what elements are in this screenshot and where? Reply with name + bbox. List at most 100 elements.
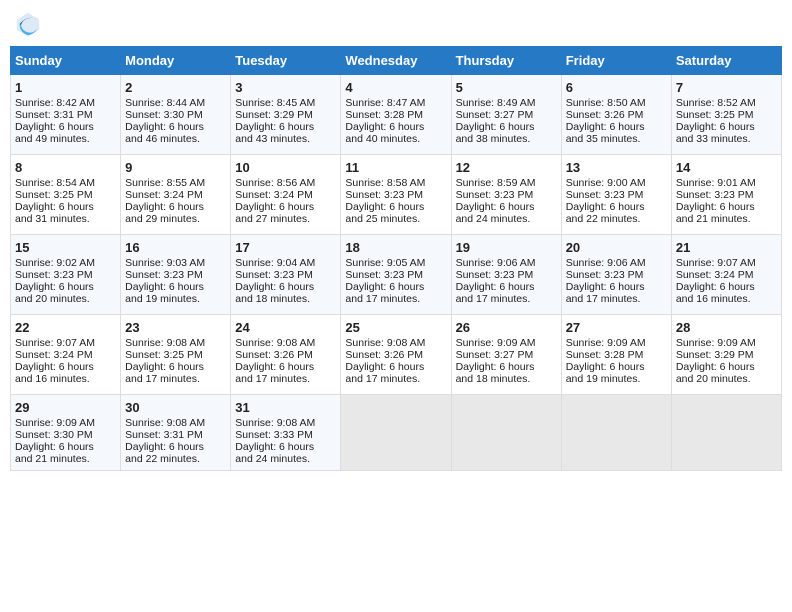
day-info-line: Sunset: 3:26 PM	[235, 349, 336, 361]
calendar-cell	[671, 395, 781, 471]
calendar-cell: 8Sunrise: 8:54 AMSunset: 3:25 PMDaylight…	[11, 155, 121, 235]
calendar-cell: 2Sunrise: 8:44 AMSunset: 3:30 PMDaylight…	[121, 75, 231, 155]
day-info-line: Sunrise: 9:08 AM	[125, 417, 226, 429]
day-info-line: Daylight: 6 hours	[125, 201, 226, 213]
day-info-line: Sunset: 3:24 PM	[125, 189, 226, 201]
day-info-line: Sunrise: 9:04 AM	[235, 257, 336, 269]
day-info-line: Sunrise: 9:09 AM	[456, 337, 557, 349]
day-info-line: Sunrise: 8:44 AM	[125, 97, 226, 109]
day-info-line: Sunset: 3:24 PM	[15, 349, 116, 361]
day-number: 26	[456, 320, 557, 335]
day-number: 18	[345, 240, 446, 255]
day-info-line: and 29 minutes.	[125, 213, 226, 225]
day-info-line: and 17 minutes.	[566, 293, 667, 305]
day-info-line: Sunrise: 9:01 AM	[676, 177, 777, 189]
day-info-line: and 38 minutes.	[456, 133, 557, 145]
day-number: 11	[345, 160, 446, 175]
calendar-cell: 23Sunrise: 9:08 AMSunset: 3:25 PMDayligh…	[121, 315, 231, 395]
weekday-header-friday: Friday	[561, 47, 671, 75]
day-info-line: Daylight: 6 hours	[125, 281, 226, 293]
calendar-cell: 18Sunrise: 9:05 AMSunset: 3:23 PMDayligh…	[341, 235, 451, 315]
day-number: 3	[235, 80, 336, 95]
day-info-line: Sunset: 3:31 PM	[125, 429, 226, 441]
day-number: 28	[676, 320, 777, 335]
calendar-cell	[451, 395, 561, 471]
calendar-cell: 7Sunrise: 8:52 AMSunset: 3:25 PMDaylight…	[671, 75, 781, 155]
day-info-line: and 25 minutes.	[345, 213, 446, 225]
day-info-line: Sunset: 3:33 PM	[235, 429, 336, 441]
day-info-line: Daylight: 6 hours	[456, 281, 557, 293]
day-info-line: Sunrise: 8:49 AM	[456, 97, 557, 109]
day-info-line: and 21 minutes.	[15, 453, 116, 465]
day-info-line: Sunset: 3:28 PM	[566, 349, 667, 361]
day-info-line: Sunset: 3:23 PM	[456, 189, 557, 201]
day-info-line: and 49 minutes.	[15, 133, 116, 145]
day-info-line: and 17 minutes.	[345, 293, 446, 305]
page-header	[10, 10, 782, 38]
day-number: 6	[566, 80, 667, 95]
day-info-line: Sunset: 3:24 PM	[235, 189, 336, 201]
day-info-line: Sunrise: 9:09 AM	[566, 337, 667, 349]
day-info-line: and 19 minutes.	[566, 373, 667, 385]
day-number: 10	[235, 160, 336, 175]
day-number: 13	[566, 160, 667, 175]
day-info-line: Sunrise: 8:42 AM	[15, 97, 116, 109]
day-info-line: Sunset: 3:23 PM	[125, 269, 226, 281]
day-info-line: Sunset: 3:23 PM	[456, 269, 557, 281]
calendar-table: SundayMondayTuesdayWednesdayThursdayFrid…	[10, 46, 782, 471]
day-info-line: Sunset: 3:28 PM	[345, 109, 446, 121]
day-info-line: Daylight: 6 hours	[345, 121, 446, 133]
day-number: 31	[235, 400, 336, 415]
day-info-line: Sunrise: 9:05 AM	[345, 257, 446, 269]
day-info-line: Sunset: 3:30 PM	[125, 109, 226, 121]
day-info-line: Sunset: 3:23 PM	[566, 189, 667, 201]
week-row-3: 15Sunrise: 9:02 AMSunset: 3:23 PMDayligh…	[11, 235, 782, 315]
weekday-header-monday: Monday	[121, 47, 231, 75]
day-number: 5	[456, 80, 557, 95]
day-info-line: and 27 minutes.	[235, 213, 336, 225]
day-info-line: Daylight: 6 hours	[676, 201, 777, 213]
day-info-line: Daylight: 6 hours	[456, 121, 557, 133]
day-info-line: and 24 minutes.	[235, 453, 336, 465]
calendar-cell: 14Sunrise: 9:01 AMSunset: 3:23 PMDayligh…	[671, 155, 781, 235]
day-info-line: Sunset: 3:26 PM	[566, 109, 667, 121]
calendar-cell: 24Sunrise: 9:08 AMSunset: 3:26 PMDayligh…	[231, 315, 341, 395]
calendar-cell: 27Sunrise: 9:09 AMSunset: 3:28 PMDayligh…	[561, 315, 671, 395]
day-number: 24	[235, 320, 336, 335]
day-number: 19	[456, 240, 557, 255]
day-info-line: Sunrise: 8:45 AM	[235, 97, 336, 109]
day-info-line: Sunrise: 9:09 AM	[15, 417, 116, 429]
day-number: 25	[345, 320, 446, 335]
calendar-cell: 16Sunrise: 9:03 AMSunset: 3:23 PMDayligh…	[121, 235, 231, 315]
day-number: 9	[125, 160, 226, 175]
day-info-line: Daylight: 6 hours	[235, 121, 336, 133]
day-info-line: Sunrise: 8:52 AM	[676, 97, 777, 109]
calendar-cell: 31Sunrise: 9:08 AMSunset: 3:33 PMDayligh…	[231, 395, 341, 471]
logo	[14, 10, 44, 38]
day-info-line: Sunrise: 8:54 AM	[15, 177, 116, 189]
day-info-line: and 17 minutes.	[235, 373, 336, 385]
day-info-line: and 40 minutes.	[345, 133, 446, 145]
day-info-line: Sunset: 3:23 PM	[345, 189, 446, 201]
day-info-line: Daylight: 6 hours	[345, 361, 446, 373]
calendar-cell: 17Sunrise: 9:04 AMSunset: 3:23 PMDayligh…	[231, 235, 341, 315]
day-info-line: and 46 minutes.	[125, 133, 226, 145]
day-info-line: Sunset: 3:29 PM	[676, 349, 777, 361]
day-info-line: Daylight: 6 hours	[566, 121, 667, 133]
day-info-line: Daylight: 6 hours	[15, 121, 116, 133]
calendar-cell: 25Sunrise: 9:08 AMSunset: 3:26 PMDayligh…	[341, 315, 451, 395]
day-info-line: Sunrise: 9:02 AM	[15, 257, 116, 269]
weekday-header-sunday: Sunday	[11, 47, 121, 75]
weekday-header-tuesday: Tuesday	[231, 47, 341, 75]
day-info-line: Sunset: 3:23 PM	[15, 269, 116, 281]
day-info-line: Daylight: 6 hours	[566, 201, 667, 213]
day-info-line: and 35 minutes.	[566, 133, 667, 145]
day-number: 4	[345, 80, 446, 95]
day-info-line: Sunset: 3:25 PM	[676, 109, 777, 121]
calendar-cell	[561, 395, 671, 471]
calendar-cell: 30Sunrise: 9:08 AMSunset: 3:31 PMDayligh…	[121, 395, 231, 471]
day-info-line: Sunrise: 8:56 AM	[235, 177, 336, 189]
day-info-line: and 17 minutes.	[345, 373, 446, 385]
day-info-line: Daylight: 6 hours	[566, 281, 667, 293]
day-info-line: Daylight: 6 hours	[235, 201, 336, 213]
